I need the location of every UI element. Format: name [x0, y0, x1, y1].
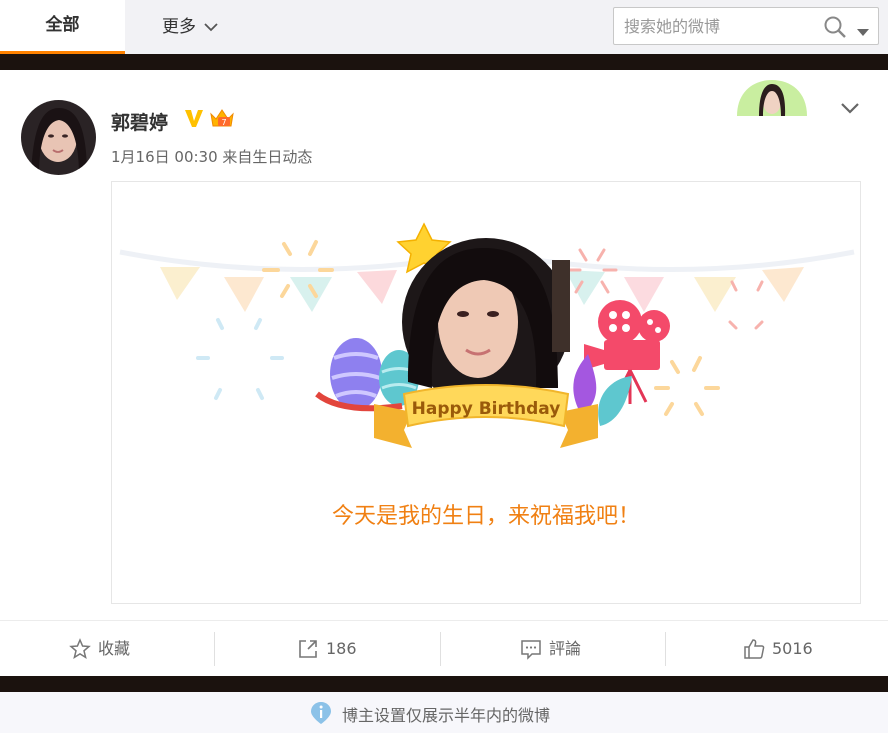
- footer-notice-text: 博主设置仅展示半年内的微博: [342, 706, 551, 725]
- divider-band-bottom: [0, 676, 888, 692]
- info-pin-icon: [310, 701, 332, 729]
- caret-down-icon[interactable]: [856, 22, 870, 41]
- repost-button[interactable]: 186: [297, 621, 357, 677]
- action-divider: [214, 632, 215, 666]
- decor-card-avatar: [737, 80, 807, 116]
- favorite-label: 收藏: [98, 639, 131, 658]
- post-card: 郭碧婷 7 1月16日 00:30 来自生日动态 Happy Birthday …: [0, 70, 888, 676]
- post-timestamp-source[interactable]: 1月16日 00:30 来自生日动态: [111, 146, 312, 167]
- birthday-illustration: Happy Birthday: [119, 222, 855, 448]
- chevron-down-icon: [204, 0, 218, 54]
- post-action-bar: 收藏 186 評論 5016: [0, 620, 888, 676]
- birthday-message: 今天是我的生日，来祝福我吧！: [331, 504, 640, 529]
- post-options-chevron-icon[interactable]: [840, 100, 860, 119]
- member-crown-icon[interactable]: 7: [208, 106, 236, 134]
- search-input[interactable]: [624, 14, 814, 38]
- svg-text:7: 7: [221, 118, 226, 127]
- like-count: 5016: [772, 639, 813, 658]
- action-divider: [665, 632, 666, 666]
- divider-band-top: [0, 54, 888, 70]
- tab-more[interactable]: 更多: [162, 0, 218, 54]
- birthday-card[interactable]: Happy Birthday 今天是我的生日，来祝福我吧！: [111, 181, 861, 604]
- thumbs-up-icon: [744, 639, 765, 659]
- comment-label: 評論: [549, 639, 582, 658]
- search-box: [613, 7, 879, 45]
- weibo-profile-feed: 全部 更多 郭碧婷 7 1月16日 00:30 来自生日动态: [0, 0, 888, 733]
- feed-footer-notice: 博主设置仅展示半年内的微博: [0, 692, 888, 733]
- comment-bubble-icon: [521, 640, 541, 660]
- tab-more-label: 更多: [162, 17, 196, 37]
- verified-v-icon[interactable]: [183, 107, 205, 133]
- like-button[interactable]: 5016: [743, 621, 813, 677]
- repost-share-icon: [299, 640, 317, 658]
- comment-button[interactable]: 評論: [520, 621, 581, 677]
- avatar[interactable]: [21, 100, 96, 175]
- search-icon[interactable]: [823, 15, 847, 43]
- repost-count: 186: [326, 639, 357, 658]
- star-outline-icon: [69, 638, 91, 660]
- username[interactable]: 郭碧婷: [111, 108, 168, 135]
- happy-birthday-ribbon-text: Happy Birthday: [412, 399, 561, 419]
- action-divider: [440, 632, 441, 666]
- tab-all[interactable]: 全部: [0, 0, 125, 54]
- favorite-button[interactable]: 收藏: [69, 621, 130, 677]
- feed-tab-bar: 全部 更多: [0, 0, 888, 54]
